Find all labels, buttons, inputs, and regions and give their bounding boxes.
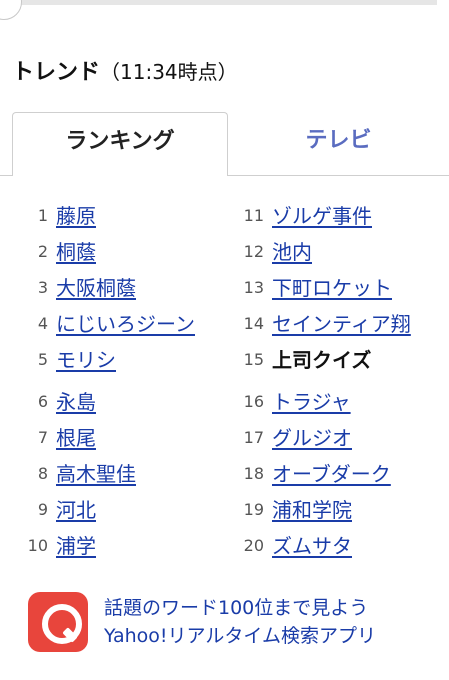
rank-number: 20: [243, 536, 264, 555]
rank-number: 3: [37, 278, 48, 297]
trend-link[interactable]: 大阪桐蔭: [56, 270, 136, 306]
trend-link[interactable]: 藤原: [56, 198, 96, 234]
list-item: 20 ズムサタ: [238, 528, 411, 564]
trend-link[interactable]: グルジオ: [272, 420, 352, 456]
app-promo-banner[interactable]: 話題のワード100位まで見よう Yahoo!リアルタイム検索アプリ: [28, 590, 376, 654]
ranking-column-right: 11 ゾルゲ事件 12 池内 13 下町ロケット 14 セインティア翔 15 上司クイズ …: [238, 198, 411, 564]
trend-link[interactable]: ゾルゲ事件: [272, 198, 372, 234]
promo-line-2[interactable]: Yahoo!リアルタイム検索アプリ: [104, 622, 376, 650]
trend-link[interactable]: 河北: [56, 492, 96, 528]
tab-ranking[interactable]: ランキング: [12, 112, 228, 176]
trend-link[interactable]: トラジャ: [272, 384, 351, 420]
list-item: 5 モリシ: [20, 342, 195, 378]
rank-number: 14: [243, 314, 264, 333]
trend-link[interactable]: にじいろジーン: [56, 306, 195, 342]
rank-number: 19: [243, 500, 264, 519]
list-item: 4 にじいろジーン: [20, 306, 195, 342]
trend-term: 上司クイズ: [272, 348, 372, 372]
rank-number: 16: [243, 392, 264, 411]
trend-link[interactable]: セインティア翔: [272, 306, 411, 342]
ranking-column-left: 1 藤原 2 桐蔭 3 大阪桐蔭 4 にじいろジーン 5 モリシ 6 永島 7 根尾 8 高木聖…: [20, 198, 195, 564]
trend-title: トレンド: [12, 60, 101, 85]
rank-number: 15: [243, 350, 264, 369]
rank-number: 5: [37, 350, 48, 369]
rank-number: 4: [37, 314, 48, 333]
rank-number: 9: [37, 500, 48, 519]
slider-knob[interactable]: [0, 0, 22, 20]
rank-number: 8: [37, 464, 48, 483]
rank-number: 11: [243, 206, 264, 225]
promo-line-1[interactable]: 話題のワード100位まで見よう: [104, 594, 376, 622]
tab-tv[interactable]: テレビ: [228, 112, 449, 175]
trend-link[interactable]: モリシ: [56, 342, 116, 378]
trend-link[interactable]: 永島: [56, 384, 96, 420]
list-item: 8 高木聖佳: [20, 456, 195, 492]
list-item: 18 オーブダーク: [238, 456, 411, 492]
list-item: 10 浦学: [20, 528, 195, 564]
rank-number: 2: [37, 242, 48, 261]
rank-number: 1: [37, 206, 48, 225]
list-item: 3 大阪桐蔭: [20, 270, 195, 306]
slider-track[interactable]: [0, 0, 437, 20]
trend-link[interactable]: 根尾: [56, 420, 96, 456]
promo-text[interactable]: 話題のワード100位まで見よう Yahoo!リアルタイム検索アプリ: [104, 594, 376, 650]
trend-link[interactable]: 浦和学院: [272, 492, 352, 528]
trend-link[interactable]: 下町ロケット: [272, 270, 392, 306]
list-item: 12 池内: [238, 234, 411, 270]
list-item: 9 河北: [20, 492, 195, 528]
trend-link[interactable]: 高木聖佳: [56, 456, 136, 492]
list-item: 17 グルジオ: [238, 420, 411, 456]
trend-link[interactable]: 桐蔭: [56, 234, 96, 270]
trend-link[interactable]: オーブダーク: [272, 456, 391, 492]
list-item: 2 桐蔭: [20, 234, 195, 270]
rank-number: 10: [27, 536, 48, 555]
list-item: 14 セインティア翔: [238, 306, 411, 342]
list-item: 1 藤原: [20, 198, 195, 234]
rank-number: 7: [37, 428, 48, 447]
rank-number: 13: [243, 278, 264, 297]
list-item: 6 永島: [20, 384, 195, 420]
trend-link[interactable]: 浦学: [56, 528, 96, 564]
trend-link[interactable]: ズムサタ: [272, 528, 352, 564]
list-item: 13 下町ロケット: [238, 270, 411, 306]
trend-header: トレンド（11:34時点）: [12, 56, 238, 88]
rank-number: 17: [243, 428, 264, 447]
list-item: 16 トラジャ: [238, 384, 411, 420]
rank-number: 6: [37, 392, 48, 411]
list-item: 7 根尾: [20, 420, 195, 456]
list-item: 19 浦和学院: [238, 492, 411, 528]
rank-number: 12: [243, 242, 264, 261]
list-item: 15 上司クイズ: [238, 342, 411, 378]
search-app-icon[interactable]: [28, 592, 88, 652]
tab-bar: ランキング テレビ: [0, 112, 449, 176]
list-item: 11 ゾルゲ事件: [238, 198, 411, 234]
trend-link[interactable]: 池内: [272, 234, 312, 270]
trend-time: （11:34時点）: [100, 60, 238, 84]
rank-number: 18: [243, 464, 264, 483]
